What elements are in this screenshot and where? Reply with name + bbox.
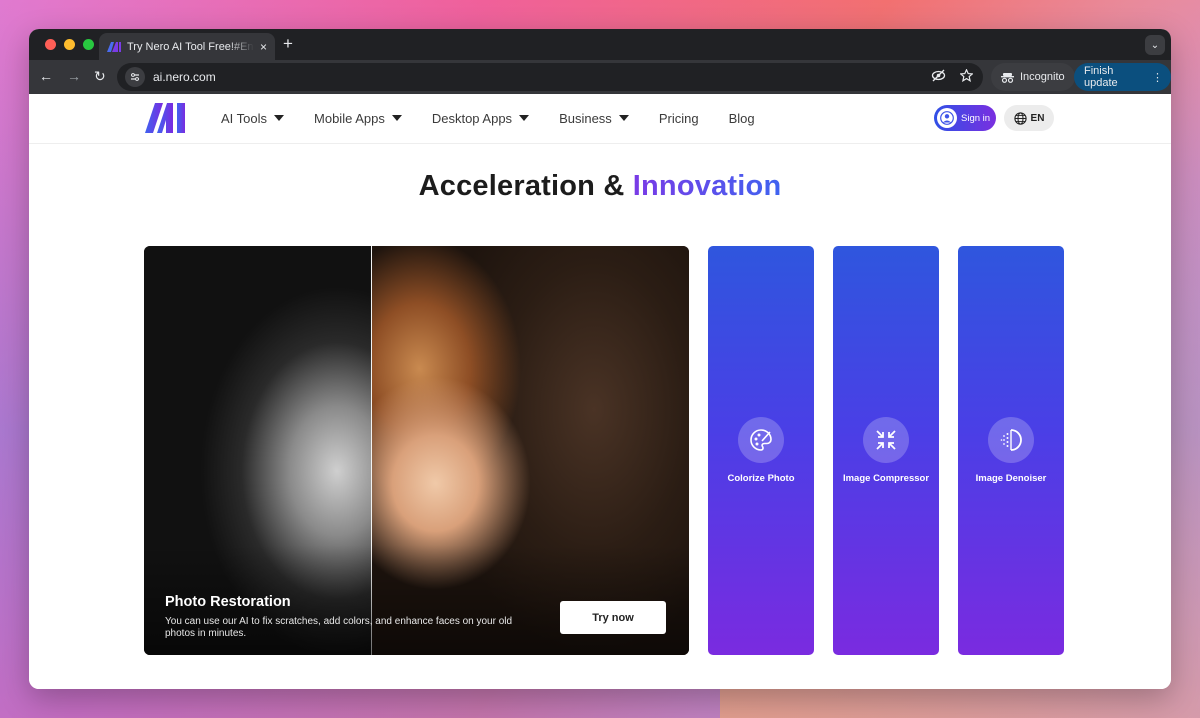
new-tab-button[interactable]: + (283, 34, 293, 54)
finish-update-label: Finish update (1084, 65, 1118, 89)
url-text: ai.nero.com (153, 70, 216, 84)
site-info-icon[interactable] (125, 67, 145, 87)
nav-business[interactable]: Business (559, 111, 629, 126)
caret-down-icon (391, 115, 402, 121)
image-denoiser-label: Image Denoiser (975, 473, 1047, 484)
sign-in-label: Sign in (961, 112, 991, 124)
browser-tab[interactable]: Try Nero AI Tool Free!#Enlarge × (99, 33, 275, 60)
favicon-icon (107, 41, 121, 52)
reload-button[interactable]: ↻ (94, 68, 106, 84)
nav-desktop-apps[interactable]: Desktop Apps (431, 110, 530, 126)
main-nav: AI Tools Mobile Apps Desktop Apps Busine… (221, 94, 785, 142)
browser-toolbar: ← → ↻ ai.nero.com Incognito Finish updat… (29, 60, 1171, 94)
caret-down-icon (519, 115, 530, 121)
colorize-photo-card[interactable]: Colorize Photo (708, 246, 814, 655)
tab-strip: Try Nero AI Tool Free!#Enlarge × + ⌄ (29, 29, 1171, 60)
incognito-indicator[interactable]: Incognito (991, 63, 1075, 91)
nero-ai-logo[interactable] (145, 103, 187, 133)
language-selector[interactable]: EN (1004, 105, 1054, 131)
globe-icon (1013, 111, 1027, 125)
nav-pricing[interactable]: Pricing (659, 111, 699, 126)
user-avatar-icon (937, 108, 957, 128)
forward-button[interactable]: → (67, 68, 81, 84)
close-tab-icon[interactable]: × (260, 40, 267, 54)
image-compressor-label: Image Compressor (842, 473, 930, 484)
incognito-label: Incognito (1020, 71, 1065, 83)
omnibox-actions (931, 69, 973, 82)
back-button[interactable]: ← (39, 68, 53, 84)
image-compressor-card[interactable]: Image Compressor (833, 246, 939, 655)
hero-title: Photo Restoration (165, 594, 291, 610)
caret-down-icon (618, 115, 629, 121)
main-content: Acceleration & Innovation Photo Restorat… (29, 144, 1171, 689)
site-header: AI Tools Mobile Apps Desktop Apps Busine… (29, 94, 1171, 144)
headline-accent: Innovation (632, 170, 782, 202)
sign-in-button[interactable]: Sign in (934, 105, 996, 131)
close-window-button[interactable] (45, 39, 56, 50)
headline-part-1: Acceleration & (418, 170, 633, 202)
browser-window: Try Nero AI Tool Free!#Enlarge × + ⌄ ← →… (29, 29, 1171, 689)
nav-business-label: Business (559, 110, 612, 126)
try-now-button[interactable]: Try now (560, 601, 666, 634)
maximize-window-button[interactable] (83, 39, 94, 50)
nav-blog-label: Blog (728, 110, 755, 126)
palette-icon (738, 417, 784, 463)
tab-search-button[interactable]: ⌄ (1145, 35, 1165, 55)
tab-title: Try Nero AI Tool Free!#Enlarge (127, 40, 254, 53)
nav-mobile-apps[interactable]: Mobile Apps (314, 111, 402, 126)
photo-restoration-card[interactable]: Photo Restoration You can use our AI to … (144, 246, 689, 655)
incognito-icon (1001, 72, 1014, 83)
nav-ai-tools-label: AI Tools (221, 110, 268, 126)
colorize-photo-label: Colorize Photo (727, 473, 795, 484)
nav-pricing-label: Pricing (658, 110, 699, 126)
bookmark-star-icon[interactable] (960, 69, 973, 82)
image-denoiser-card[interactable]: Image Denoiser (958, 246, 1064, 655)
nav-mobile-apps-label: Mobile Apps (314, 110, 385, 126)
page-headline: Acceleration & Innovation (29, 170, 1171, 203)
nav-desktop-apps-label: Desktop Apps (431, 110, 513, 126)
denoise-icon (988, 417, 1034, 463)
window-controls (45, 39, 94, 50)
nav-blog[interactable]: Blog (729, 111, 755, 126)
address-bar[interactable]: ai.nero.com (117, 63, 983, 91)
browser-menu-icon[interactable]: ⋮ (1152, 71, 1163, 84)
compress-icon (863, 417, 909, 463)
nav-ai-tools[interactable]: AI Tools (221, 110, 285, 126)
eye-off-icon[interactable] (931, 69, 946, 82)
minimize-window-button[interactable] (64, 39, 75, 50)
caret-down-icon (274, 115, 285, 121)
finish-update-button[interactable]: Finish update ⋮ (1074, 63, 1171, 91)
language-label: EN (1030, 112, 1045, 124)
hero-description: You can use our AI to fix scratches, add… (165, 616, 513, 639)
